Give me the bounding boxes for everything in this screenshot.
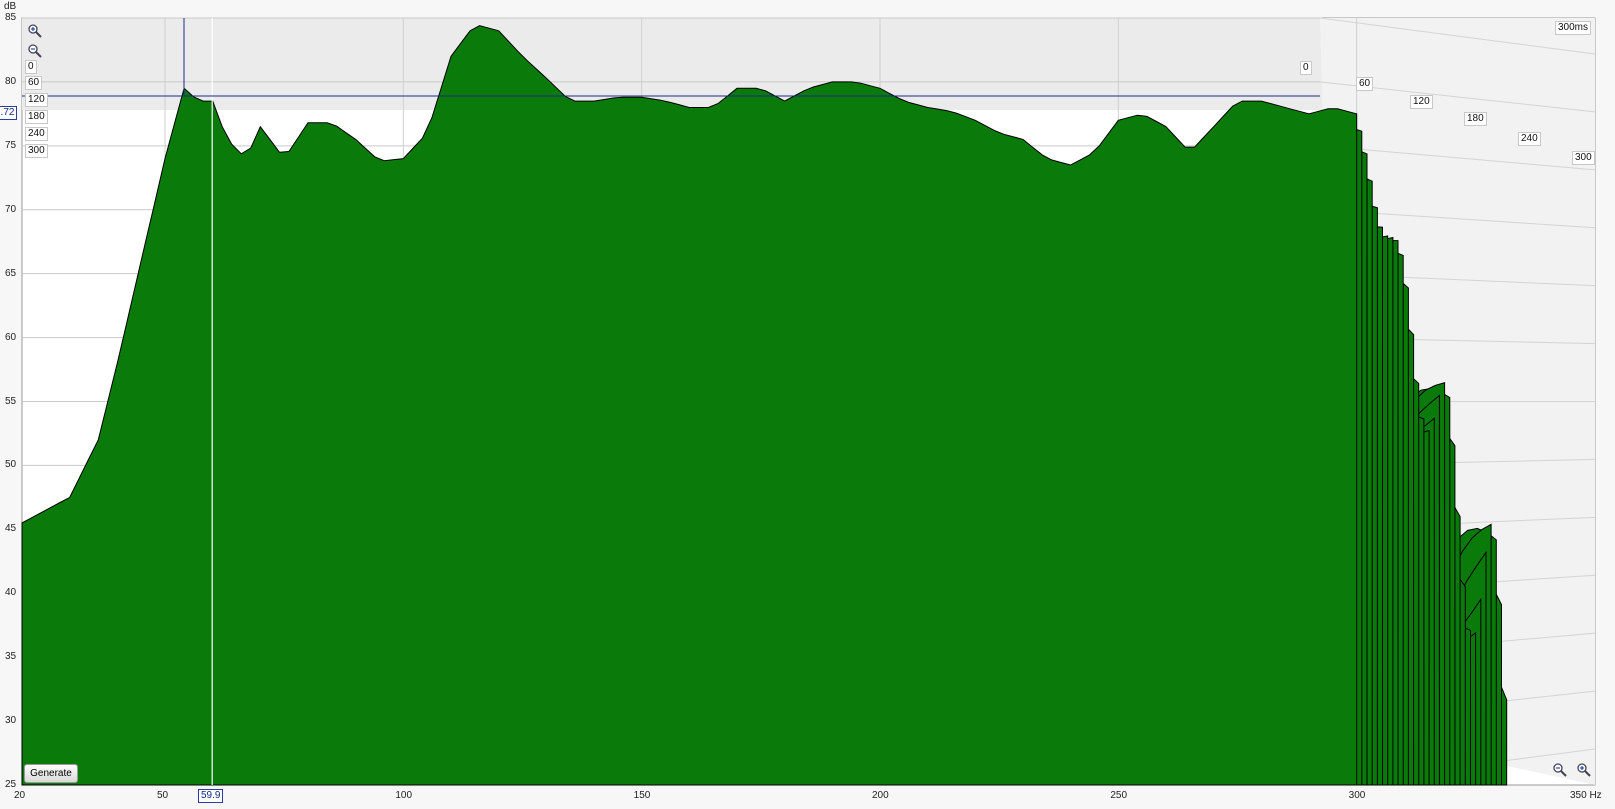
- y-tick-label: 35: [5, 651, 17, 663]
- y-tick-label: 55: [5, 395, 17, 407]
- zoom-in-icon[interactable]: [1576, 762, 1592, 778]
- y-tick-label: 65: [5, 267, 17, 279]
- x-tick-label: 100: [395, 790, 413, 801]
- waterfall-plot[interactable]: [0, 0, 1615, 809]
- x-tick-label: 200: [872, 790, 889, 801]
- zoom-in-icon[interactable]: [27, 23, 43, 39]
- y-tick-label: 45: [5, 523, 17, 535]
- x-tick-label: 20: [14, 790, 26, 801]
- y-tick-label: 50: [5, 459, 17, 471]
- x-tick-label: 350 Hz: [1570, 790, 1602, 801]
- time-tick-right: 180: [1464, 112, 1487, 126]
- cursor-level-readout: 7.72: [0, 106, 18, 120]
- time-tick-right: 300: [1572, 151, 1595, 165]
- x-tick-label: 50: [157, 790, 169, 801]
- y-tick-label: 30: [5, 715, 17, 727]
- zoom-out-icon[interactable]: [27, 43, 43, 59]
- time-window-label: 300ms: [1555, 21, 1592, 35]
- time-tick-left: 180: [25, 110, 48, 124]
- time-tick-left: 240: [25, 127, 48, 141]
- cursor-frequency-readout: 59.9: [198, 789, 224, 803]
- y-tick-label: 70: [5, 203, 17, 215]
- y-tick-label: 80: [5, 75, 17, 87]
- x-tick-label: 150: [633, 790, 651, 801]
- time-tick-right: 0: [1300, 61, 1312, 75]
- time-tick-left: 300: [25, 144, 48, 158]
- time-tick-right: 240: [1518, 132, 1541, 146]
- y-tick-label: 75: [5, 139, 17, 151]
- waterfall-slice: [21, 25, 1358, 786]
- time-tick-right: 60: [1356, 77, 1374, 91]
- y-tick-label: 40: [5, 587, 17, 599]
- time-tick-left: 0: [25, 60, 37, 74]
- x-tick-label: 300: [1348, 790, 1366, 801]
- y-tick-label: 25: [5, 779, 17, 790]
- x-tick-label: 250: [1110, 790, 1128, 801]
- y-tick-label: 85: [5, 12, 17, 23]
- generate-button[interactable]: Generate: [24, 764, 78, 783]
- zoom-out-icon[interactable]: [1552, 762, 1568, 778]
- time-tick-left: 120: [25, 93, 48, 107]
- y-tick-label: 60: [5, 331, 17, 343]
- y-axis-unit: dB: [4, 1, 17, 12]
- time-tick-left: 60: [25, 76, 43, 90]
- time-tick-right: 120: [1410, 95, 1433, 109]
